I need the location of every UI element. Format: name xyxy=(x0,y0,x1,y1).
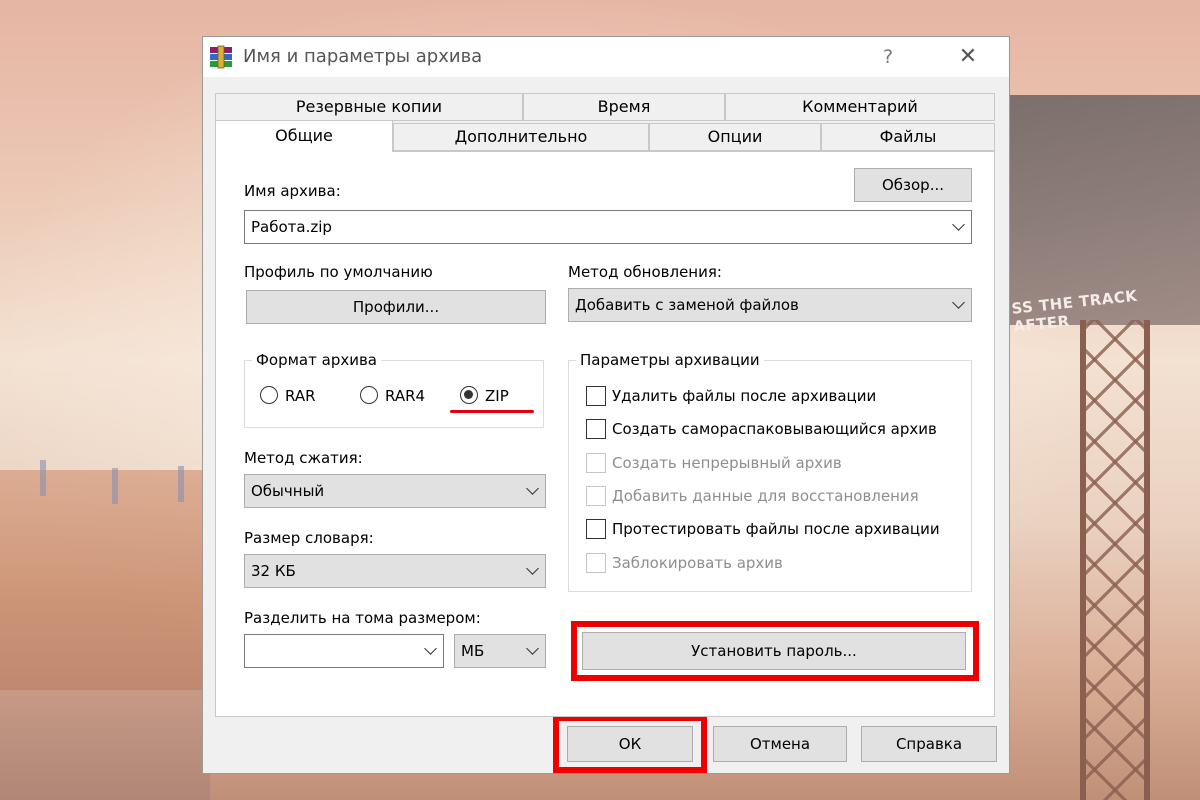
radio-rar[interactable] xyxy=(260,386,278,404)
default-profile-label: Профиль по умолчанию xyxy=(244,263,433,281)
checkbox-solid xyxy=(586,453,606,473)
checkbox-solid-label: Создать непрерывный архив xyxy=(612,454,842,472)
archive-name-label: Имя архива: xyxy=(244,182,341,200)
winrar-icon xyxy=(210,45,232,69)
dictionary-select[interactable]: 32 КБ xyxy=(244,554,546,588)
dictionary-value: 32 КБ xyxy=(251,562,296,580)
update-method-select[interactable]: Добавить с заменой файлов xyxy=(568,288,972,322)
compression-select[interactable]: Обычный xyxy=(244,474,546,508)
chevron-down-icon xyxy=(526,562,539,575)
update-method-value: Добавить с заменой файлов xyxy=(575,296,799,314)
background-flag xyxy=(178,466,184,502)
checkbox-sfx[interactable] xyxy=(586,419,606,439)
highlight-underline xyxy=(450,410,534,413)
checkbox-lock-label: Заблокировать архив xyxy=(612,554,783,572)
tab-options[interactable]: Опции xyxy=(649,123,821,151)
checkbox-test[interactable] xyxy=(586,519,606,539)
archive-format-title: Формат архива xyxy=(252,351,381,369)
split-unit-value: МБ xyxy=(461,642,485,660)
compression-value: Обычный xyxy=(251,482,325,500)
tab-general[interactable]: Общие xyxy=(215,120,393,152)
tab-comment[interactable]: Комментарий xyxy=(725,93,995,121)
split-label: Разделить на тома размером: xyxy=(244,609,481,627)
tab-panel-general: Имя архива: Обзор... Работа.zip Профиль … xyxy=(215,151,995,717)
checkbox-recovery xyxy=(586,486,606,506)
split-unit-select[interactable]: МБ xyxy=(454,634,546,668)
checkbox-lock xyxy=(586,553,606,573)
checkbox-delete-after[interactable] xyxy=(586,386,606,406)
chevron-down-icon xyxy=(952,296,965,309)
tab-backup[interactable]: Резервные копии xyxy=(215,93,523,121)
background-flag xyxy=(40,460,46,496)
archive-name-combo[interactable]: Работа.zip xyxy=(244,210,972,244)
chevron-down-icon xyxy=(952,218,965,231)
background-road xyxy=(0,690,210,800)
dialog-title: Имя и параметры архива xyxy=(243,46,483,67)
checkbox-delete-after-label[interactable]: Удалить файлы после архивации xyxy=(612,387,876,405)
archive-name-value: Работа.zip xyxy=(251,218,332,236)
cancel-button[interactable]: Отмена xyxy=(713,726,847,762)
radio-rar-label[interactable]: RAR xyxy=(285,387,316,405)
title-bar[interactable]: Имя и параметры архива ? ✕ xyxy=(203,37,1009,77)
help-button[interactable]: Справка xyxy=(861,726,997,762)
chevron-down-icon xyxy=(526,482,539,495)
browse-button[interactable]: Обзор... xyxy=(854,168,972,202)
update-method-label: Метод обновления: xyxy=(568,263,722,281)
radio-rar4[interactable] xyxy=(360,386,378,404)
dictionary-label: Размер словаря: xyxy=(244,529,374,547)
background-flag xyxy=(112,468,118,504)
tab-time[interactable]: Время xyxy=(523,93,725,121)
compression-label: Метод сжатия: xyxy=(244,449,363,467)
archive-dialog: Имя и параметры архива ? ✕ Резервные коп… xyxy=(202,36,1010,774)
highlight-box-ok xyxy=(553,715,707,773)
background-tower xyxy=(1080,320,1150,800)
radio-zip[interactable] xyxy=(460,386,478,404)
help-title-button[interactable]: ? xyxy=(873,42,903,72)
checkbox-test-label[interactable]: Протестировать файлы после архивации xyxy=(612,520,940,538)
radio-rar4-label[interactable]: RAR4 xyxy=(385,387,425,405)
highlight-box-password xyxy=(571,621,979,681)
close-button[interactable]: ✕ xyxy=(951,42,985,72)
checkbox-sfx-label[interactable]: Создать самораспаковывающийся архив xyxy=(612,420,937,438)
profiles-button[interactable]: Профили... xyxy=(246,290,546,324)
split-size-combo[interactable] xyxy=(244,634,444,668)
tab-advanced[interactable]: Дополнительно xyxy=(393,123,649,151)
radio-zip-label[interactable]: ZIP xyxy=(485,387,509,405)
checkbox-recovery-label: Добавить данные для восстановления xyxy=(612,487,919,505)
archiving-options-title: Параметры архивации xyxy=(576,351,764,369)
tab-files[interactable]: Файлы xyxy=(821,123,995,151)
chevron-down-icon xyxy=(424,642,437,655)
chevron-down-icon xyxy=(526,642,539,655)
